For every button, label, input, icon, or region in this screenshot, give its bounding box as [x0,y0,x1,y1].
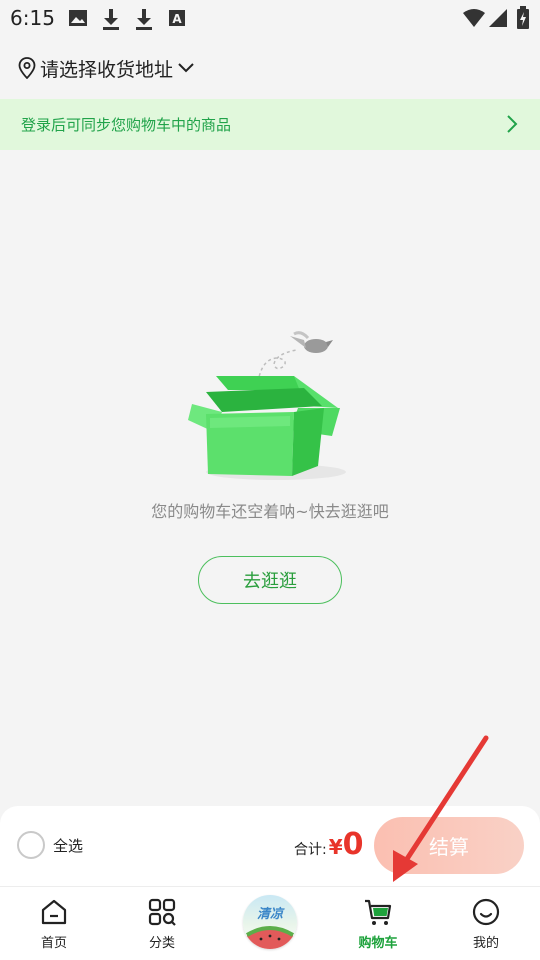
category-icon [148,898,176,926]
address-selector[interactable]: 请选择收货地址 [18,52,195,84]
login-banner-text: 登录后可同步您购物车中的商品 [21,116,232,134]
location-pin-icon [18,57,36,79]
go-shopping-button[interactable]: 去逛逛 [198,556,342,604]
cart-icon [365,899,392,925]
login-sync-banner[interactable]: 登录后可同步您购物车中的商品 [0,99,540,150]
empty-cart-box-illustration [188,331,346,480]
signal-icon [489,9,507,27]
tab-promo[interactable]: 清凉 [216,887,324,960]
tab-home-label: 首页 [40,936,67,951]
wifi-icon [463,9,485,27]
chevron-right-icon [507,115,518,133]
select-all-toggle[interactable]: 全选 [17,831,83,859]
status-time: 6:15 [10,6,55,30]
svg-text:A: A [172,12,182,26]
home-icon [41,899,67,925]
profile-icon [472,898,500,926]
status-bar: 6:15 A [0,0,540,36]
font-notification-icon: A [169,10,185,26]
total-amount: 0 [342,827,364,862]
currency-symbol: ¥ [328,835,343,859]
empty-cart-message: 您的购物车还空着呐~快去逛逛吧 [151,502,389,521]
tab-cart[interactable]: 购物车 [324,887,432,960]
total-label: 合计: [294,842,327,858]
checkout-button[interactable]: 结算 [374,817,524,874]
tab-category[interactable]: 分类 [108,887,216,960]
chevron-down-icon [178,63,194,73]
select-all-label: 全选 [53,836,84,855]
tab-cart-label: 购物车 [358,936,398,951]
total-price: 合计: ¥ 0 [294,830,364,860]
tab-category-label: 分类 [148,936,175,951]
bird-icon [290,331,333,353]
tab-profile[interactable]: 我的 [432,887,540,960]
tab-home[interactable]: 首页 [0,887,108,960]
promo-badge-icon: 清凉 [243,895,297,949]
address-label: 请选择收货地址 [40,58,174,81]
battery-icon [517,6,529,29]
download-notification-icon-2 [136,9,152,30]
checkout-bar: 全选 合计: ¥ 0 结算 [0,806,540,886]
bottom-tab-bar: 首页 分类 清凉 购物车 我的 [0,886,540,960]
select-all-checkbox[interactable] [17,831,45,859]
promo-badge-text: 清凉 [256,907,283,922]
download-notification-icon [103,9,119,30]
image-notification-icon [69,10,87,26]
tab-profile-label: 我的 [472,936,499,951]
